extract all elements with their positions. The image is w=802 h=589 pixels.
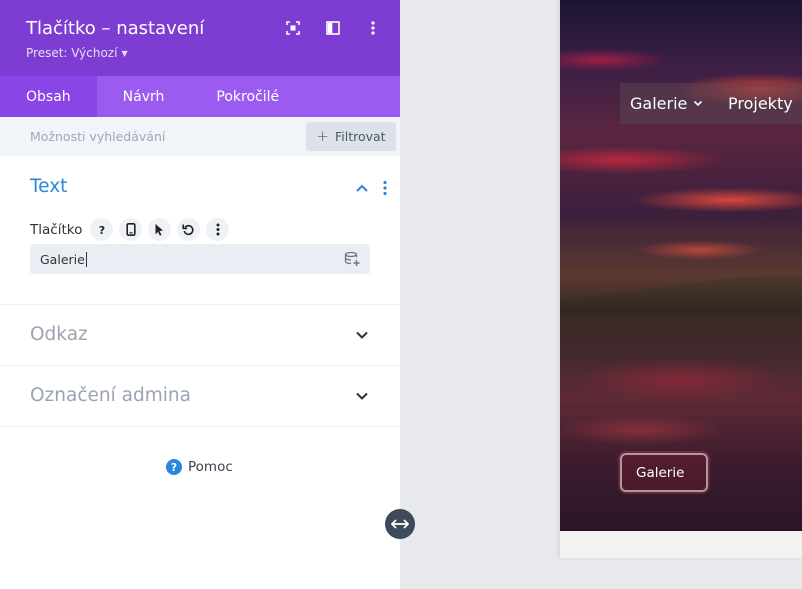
- preset-selector[interactable]: Preset: Výchozí ▼: [26, 46, 128, 60]
- tab-obsah[interactable]: Obsah: [0, 76, 97, 117]
- fullscreen-icon[interactable]: [284, 19, 302, 37]
- chevron-up-icon[interactable]: [355, 181, 369, 195]
- button-text-value: Galerie: [40, 251, 85, 267]
- hero-galerie-button[interactable]: Galerie: [620, 453, 708, 492]
- resize-handle[interactable]: [385, 509, 415, 539]
- tab-navrh[interactable]: Návrh: [97, 76, 191, 117]
- reset-icon[interactable]: [177, 218, 201, 241]
- caret-down-icon: ▼: [121, 48, 128, 58]
- more-vertical-icon[interactable]: [364, 19, 382, 37]
- panel-title: Tlačítko – nastavení: [26, 18, 205, 39]
- nav-item-projekty[interactable]: Projekty: [728, 94, 793, 113]
- section-admin-label[interactable]: Označení admina: [0, 366, 400, 427]
- chevron-down-icon[interactable]: [355, 389, 369, 403]
- hero-hill: [560, 275, 802, 315]
- help-link[interactable]: ? Pomoc: [166, 459, 233, 475]
- preset-label: Preset: Výchozí: [26, 46, 118, 60]
- help-icon[interactable]: ?: [90, 218, 114, 241]
- app-root: Tlačítko – nastavení Preset: Výchozí ▼ O…: [0, 0, 802, 589]
- help-label: Pomoc: [188, 459, 233, 475]
- header-icons: [284, 19, 382, 37]
- search-input[interactable]: Možnosti vyhledávání: [30, 129, 165, 144]
- layout-toggle-icon[interactable]: [324, 19, 342, 37]
- section-link[interactable]: Odkaz: [0, 305, 400, 366]
- site-nav: Galerie Projekty: [620, 83, 802, 124]
- tab-pokrocile[interactable]: Pokročilé: [190, 76, 305, 117]
- filter-button[interactable]: + Filtrovat: [306, 122, 396, 151]
- section-text: Text Tlačítko ? Galerie: [0, 156, 400, 305]
- chevron-down-icon[interactable]: [355, 328, 369, 342]
- panel-header: Tlačítko – nastavení Preset: Výchozí ▼: [0, 0, 400, 76]
- settings-panel: Tlačítko – nastavení Preset: Výchozí ▼ O…: [0, 0, 400, 589]
- dynamic-content-icon[interactable]: [344, 251, 360, 267]
- help-icon: ?: [166, 459, 182, 475]
- text-caret: [85, 251, 87, 267]
- section-admin-title: Označení admina: [30, 385, 191, 406]
- svg-text:?: ?: [99, 224, 105, 236]
- more-vertical-icon[interactable]: [206, 218, 230, 241]
- hero-section[interactable]: [560, 0, 802, 531]
- plus-icon: +: [316, 126, 329, 145]
- button-text-input[interactable]: Galerie: [30, 244, 370, 274]
- more-vertical-icon[interactable]: [380, 180, 390, 196]
- section-text-title[interactable]: Text: [30, 176, 67, 197]
- nav-item-galerie[interactable]: Galerie: [630, 94, 703, 113]
- cursor-hover-icon[interactable]: [148, 218, 172, 241]
- filter-label: Filtrovat: [334, 129, 386, 144]
- horizontal-arrows-icon: [391, 519, 409, 529]
- field-label: Tlačítko: [30, 221, 83, 238]
- settings-tabs: Obsah Návrh Pokročilé: [0, 76, 400, 117]
- canvas-preview: Galerie Projekty: [400, 0, 802, 589]
- field-label-row: Tlačítko ?: [30, 218, 230, 241]
- search-row: Možnosti vyhledávání + Filtrovat: [0, 117, 400, 156]
- chevron-down-icon: [694, 100, 703, 107]
- nav-galerie-label: Galerie: [630, 94, 688, 113]
- mobile-icon[interactable]: [119, 218, 143, 241]
- section-link-title: Odkaz: [30, 324, 88, 345]
